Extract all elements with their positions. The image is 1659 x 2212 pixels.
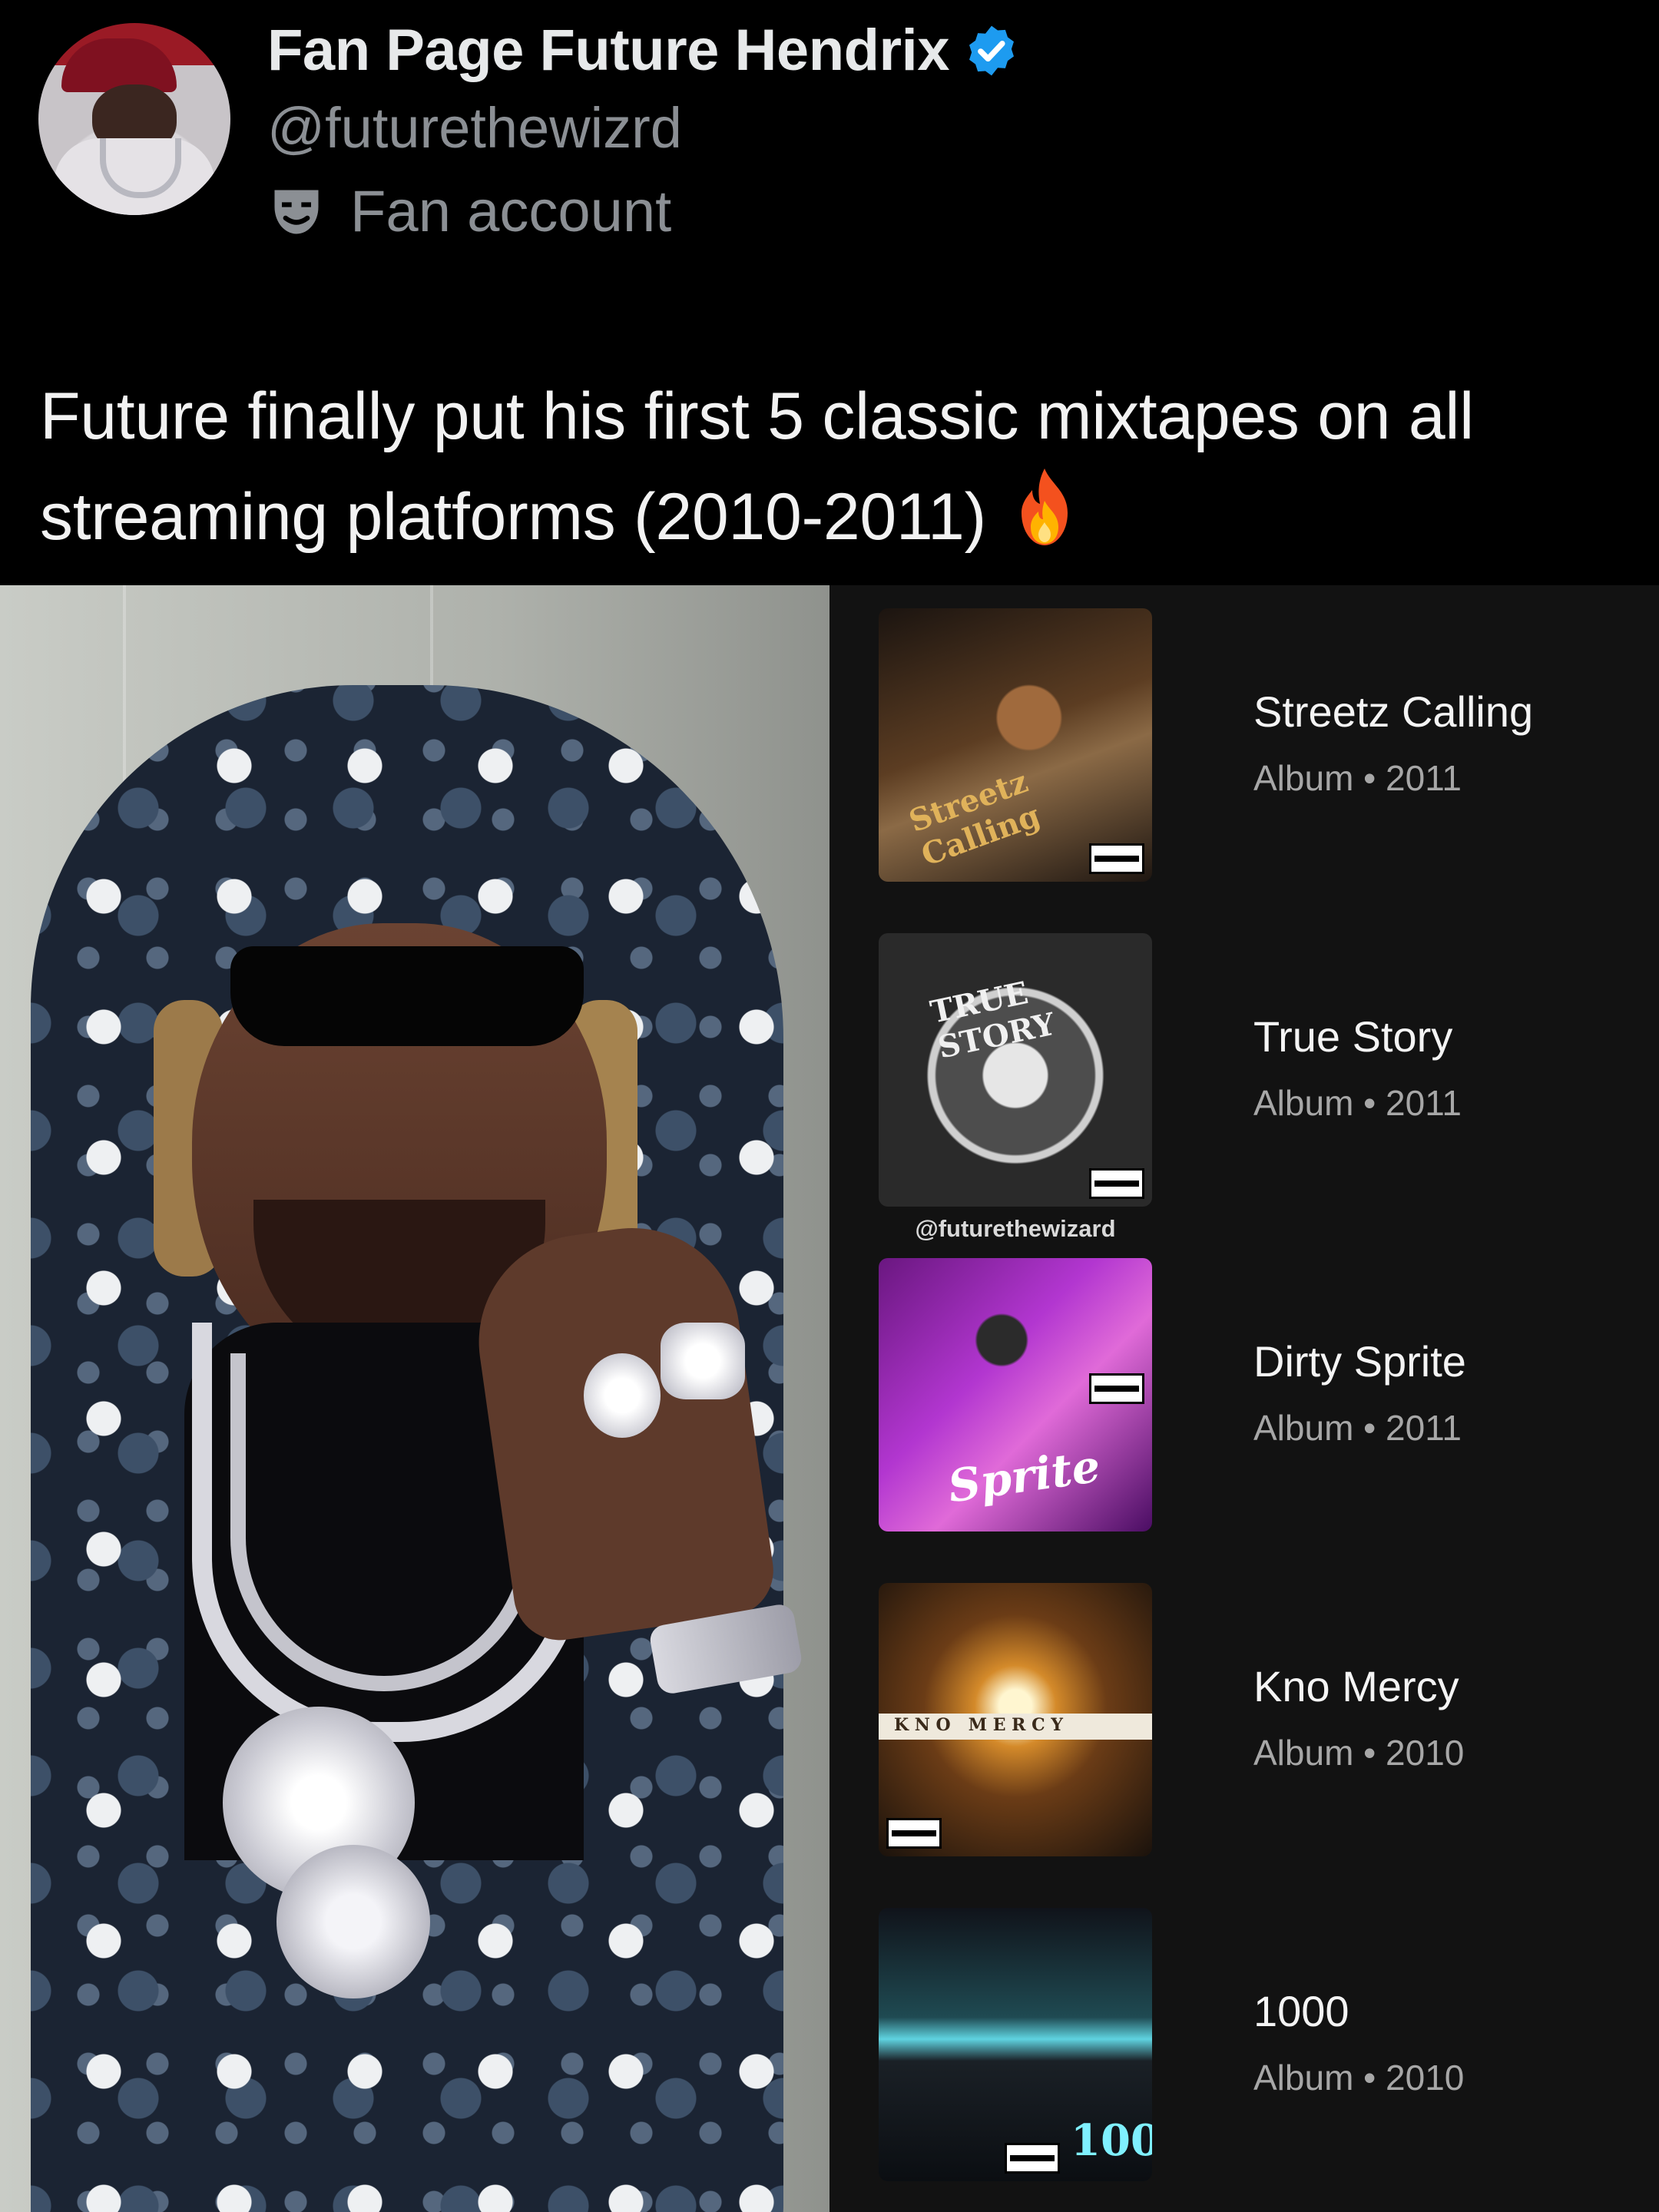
ring xyxy=(584,1353,661,1438)
artist-photo xyxy=(0,585,830,2212)
account-label: Fan account xyxy=(267,178,671,245)
handle[interactable]: @futurethewizrd xyxy=(267,95,682,161)
sunglasses xyxy=(230,946,584,1046)
theater-mask-icon xyxy=(274,190,319,233)
album-row-1000[interactable]: 1000 1000 Album • 2010 xyxy=(879,1886,1647,2181)
cover-title: TRUE STORY xyxy=(927,975,1058,1066)
album-meta: Album • 2011 xyxy=(1253,758,1462,798)
album-title: Dirty Sprite xyxy=(1253,1337,1466,1386)
album-row-kno-mercy[interactable]: K N O M E R C Y Kno Mercy Album • 2010 xyxy=(879,1561,1647,1856)
fire-emoji xyxy=(1021,469,1068,545)
album-row-streetz-calling[interactable]: Streetz Calling Streetz Calling Album • … xyxy=(879,587,1647,882)
cover-title: 1000 xyxy=(1071,2115,1152,2166)
cover-title: K N O M E R C Y xyxy=(894,1715,1063,1735)
album-row-dirty-sprite[interactable]: Sprite Dirty Sprite Album • 2011 xyxy=(879,1237,1647,1532)
tweet-text: Future finally put his first 5 classic m… xyxy=(40,367,1637,566)
album-title: Streetz Calling xyxy=(1253,687,1534,736)
account-label-text: Fan account xyxy=(350,179,672,244)
media-image[interactable]: Streetz Calling Streetz Calling Album • … xyxy=(0,585,1659,2212)
album-cover: Streetz Calling xyxy=(879,608,1152,882)
album-cover: 1000 xyxy=(879,1908,1152,2181)
album-meta: Album • 2011 xyxy=(1253,1408,1462,1448)
album-meta: Album • 2010 xyxy=(1253,1733,1465,1773)
parental-advisory-icon xyxy=(886,1818,942,1849)
post-header: Fan Page Future Hendrix @futurethewizrd … xyxy=(0,0,1659,584)
avatar[interactable] xyxy=(38,23,230,215)
album-cover: TRUE STORY xyxy=(879,933,1152,1207)
parental-advisory-icon xyxy=(1089,1373,1144,1404)
album-title: True Story xyxy=(1253,1012,1453,1061)
album-title: Kno Mercy xyxy=(1253,1662,1459,1710)
verified-badge-icon xyxy=(969,25,1014,75)
display-name[interactable]: Fan Page Future Hendrix xyxy=(267,17,950,84)
ring xyxy=(661,1323,745,1399)
album-row-true-story[interactable]: TRUE STORY True Story Album • 2011 xyxy=(879,912,1647,1207)
tweet-text-content: Future finally put his first 5 classic m… xyxy=(40,379,1474,554)
parental-advisory-icon xyxy=(1005,2143,1060,2174)
cover-title: Sprite xyxy=(945,1439,1104,1513)
parental-advisory-icon xyxy=(1089,1168,1144,1199)
album-cover: K N O M E R C Y xyxy=(879,1583,1152,1856)
album-meta: Album • 2010 xyxy=(1253,2058,1465,2098)
album-title: 1000 xyxy=(1253,1987,1349,2035)
album-meta: Album • 2011 xyxy=(1253,1083,1462,1123)
avatar-cap xyxy=(61,38,177,92)
album-cover: Sprite xyxy=(879,1258,1152,1532)
diamond-pendant-lower xyxy=(276,1845,430,1998)
parental-advisory-icon xyxy=(1089,843,1144,874)
name-row: Fan Page Future Hendrix xyxy=(267,17,1020,84)
album-list: Streetz Calling Streetz Calling Album • … xyxy=(830,585,1659,2212)
